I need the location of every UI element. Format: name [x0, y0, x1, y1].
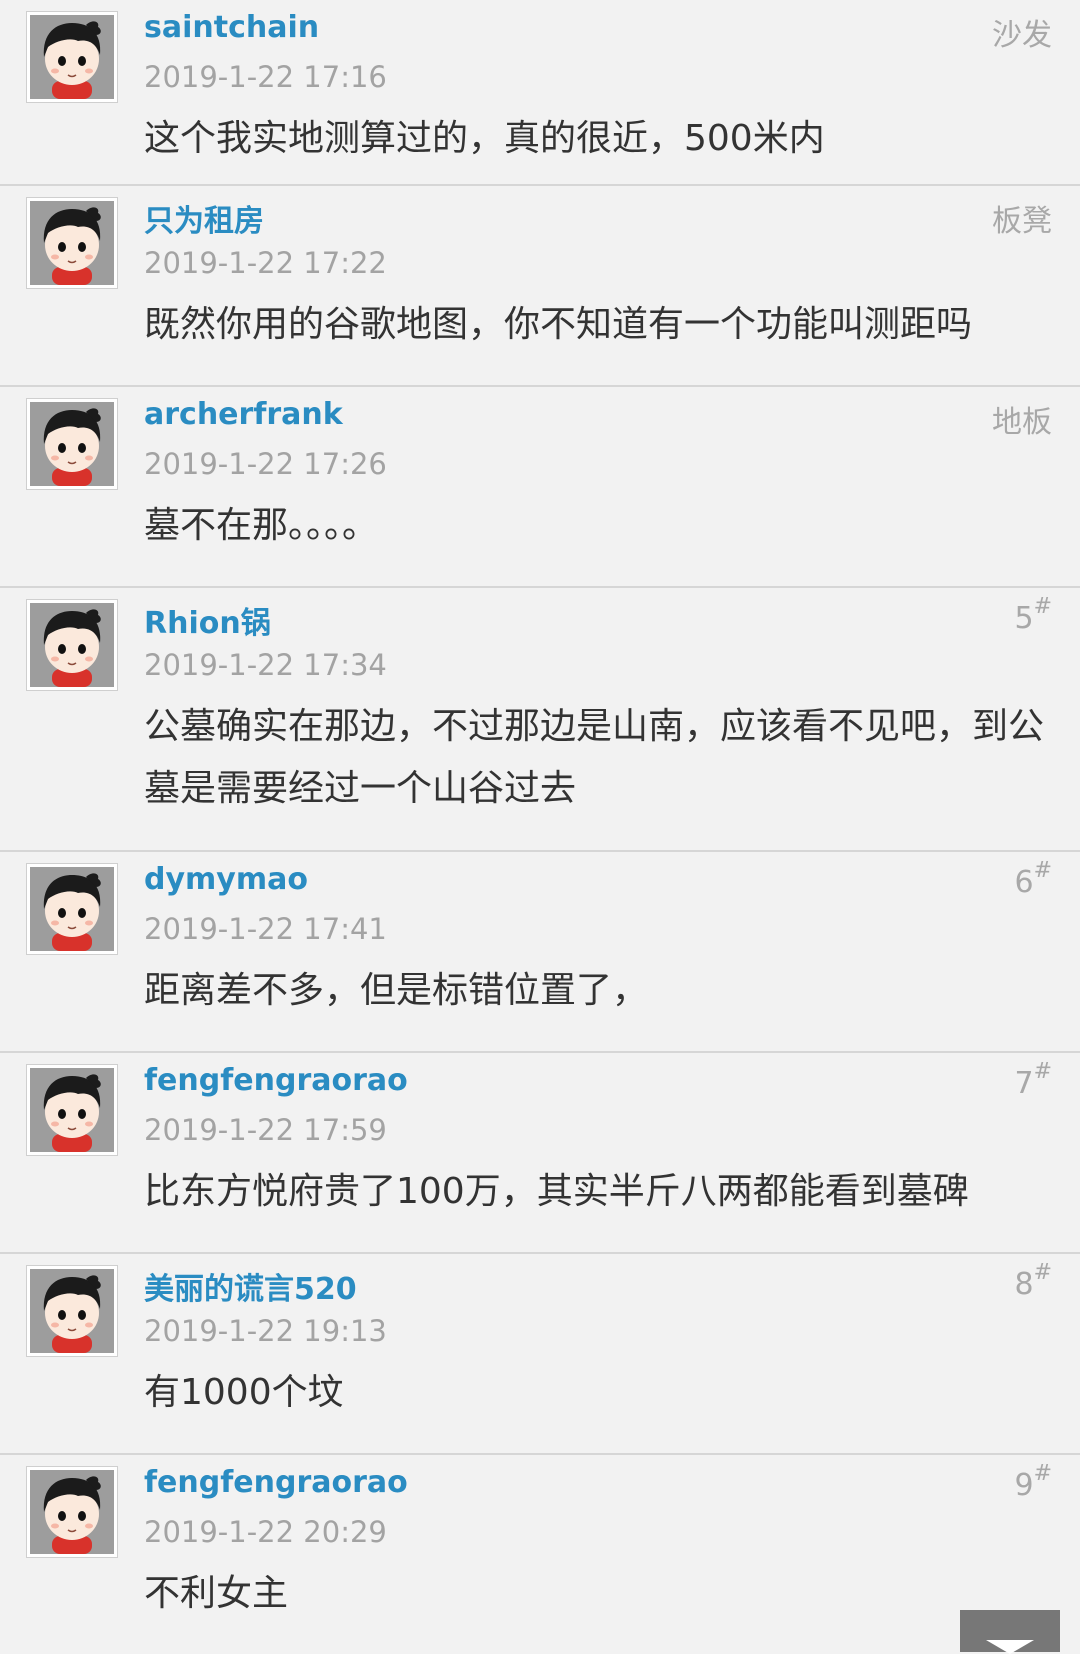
post-content: 有1000个坟	[144, 1372, 344, 1413]
floor-mark: #	[1033, 858, 1052, 883]
reply-list: saintchain 沙发 2019-1-22 17:16 这个我实地测算过的，…	[0, 0, 1080, 1652]
username[interactable]: dymymao	[144, 862, 308, 897]
avatar[interactable]	[26, 1466, 118, 1558]
post-time: 2019-1-22 17:34	[144, 648, 387, 682]
post-content: 墓不在那。。。。	[144, 505, 379, 546]
reply-post: 美丽的谎言520 8# 2019-1-22 19:13 有1000个坟	[0, 1254, 1080, 1455]
reply-post: Rhion锅 5# 2019-1-22 17:34 公墓确实在那边，不过那边是山…	[0, 588, 1080, 852]
post-time: 2019-1-22 17:41	[144, 912, 387, 946]
post-time: 2019-1-22 20:29	[144, 1515, 387, 1549]
username[interactable]: Rhion锅	[144, 598, 271, 642]
reply-post: 只为租房 板凳 2019-1-22 17:22 既然你用的谷歌地图，你不知道有一…	[0, 186, 1080, 387]
floor-mark: #	[1033, 1461, 1052, 1486]
reply-post: dymymao 6# 2019-1-22 17:41 距离差不多，但是标错位置了…	[0, 852, 1080, 1053]
avatar-icon	[30, 15, 114, 99]
floor-number: 沙发	[992, 18, 1052, 53]
post-content: 距离差不多，但是标错位置了，	[144, 970, 649, 1011]
floor-label: 地板	[992, 397, 1052, 441]
post-time: 2019-1-22 19:13	[144, 1314, 387, 1348]
floor-label: 7#	[1014, 1059, 1052, 1101]
avatar-icon	[30, 402, 114, 486]
floor-mark: #	[1033, 1260, 1052, 1285]
avatar-icon	[30, 201, 114, 285]
floor-mark: #	[1033, 1059, 1052, 1084]
floor-number: 地板	[992, 405, 1052, 440]
post-content: 比东方悦府贵了100万，其实半斤八两都能看到墓碑	[144, 1171, 969, 1212]
post-content: 不利女主	[144, 1573, 289, 1614]
avatar[interactable]	[26, 1064, 118, 1156]
post-time: 2019-1-22 17:16	[144, 60, 387, 94]
floor-number: 9	[1014, 1468, 1034, 1503]
avatar[interactable]	[26, 197, 118, 289]
floor-label: 6#	[1014, 858, 1052, 900]
username[interactable]: fengfengraorao	[144, 1063, 408, 1098]
avatar[interactable]	[26, 1265, 118, 1357]
floor-number: 板凳	[992, 204, 1052, 239]
avatar-icon	[30, 603, 114, 687]
username[interactable]: 只为租房	[144, 196, 264, 240]
floor-number: 7	[1014, 1066, 1034, 1101]
floor-number: 6	[1014, 865, 1034, 900]
reply-post: fengfengraorao 7# 2019-1-22 17:59 比东方悦府贵…	[0, 1053, 1080, 1254]
reply-post: fengfengraorao 9# 2019-1-22 20:29 不利女主	[0, 1455, 1080, 1652]
post-time: 2019-1-22 17:22	[144, 246, 387, 280]
post-content: 这个我实地测算过的，真的很近，500米内	[144, 118, 825, 159]
avatar[interactable]	[26, 11, 118, 103]
username[interactable]: 美丽的谎言520	[144, 1264, 357, 1308]
floor-label: 9#	[1014, 1461, 1052, 1503]
avatar-icon	[30, 1470, 114, 1554]
scroll-down-button[interactable]	[960, 1610, 1060, 1654]
reply-post: saintchain 沙发 2019-1-22 17:16 这个我实地测算过的，…	[0, 0, 1080, 186]
floor-mark: #	[1033, 594, 1052, 619]
username[interactable]: fengfengraorao	[144, 1465, 408, 1500]
floor-label: 沙发	[992, 10, 1052, 54]
floor-number: 8	[1014, 1267, 1034, 1302]
avatar-icon	[30, 1269, 114, 1353]
avatar-icon	[30, 867, 114, 951]
avatar[interactable]	[26, 863, 118, 955]
username[interactable]: saintchain	[144, 10, 319, 45]
floor-number: 5	[1014, 601, 1034, 636]
avatar-icon	[30, 1068, 114, 1152]
post-time: 2019-1-22 17:26	[144, 447, 387, 481]
floor-label: 8#	[1014, 1260, 1052, 1302]
post-time: 2019-1-22 17:59	[144, 1113, 387, 1147]
avatar[interactable]	[26, 599, 118, 691]
username[interactable]: archerfrank	[144, 397, 343, 432]
floor-label: 5#	[1014, 594, 1052, 636]
avatar[interactable]	[26, 398, 118, 490]
floor-label: 板凳	[992, 196, 1052, 240]
post-content: 公墓确实在那边，不过那边是山南，应该看不见吧，到公墓是需要经过一个山谷过去	[144, 706, 1045, 809]
reply-post: archerfrank 地板 2019-1-22 17:26 墓不在那。。。。	[0, 387, 1080, 588]
post-content: 既然你用的谷歌地图，你不知道有一个功能叫测距吗	[144, 304, 973, 345]
